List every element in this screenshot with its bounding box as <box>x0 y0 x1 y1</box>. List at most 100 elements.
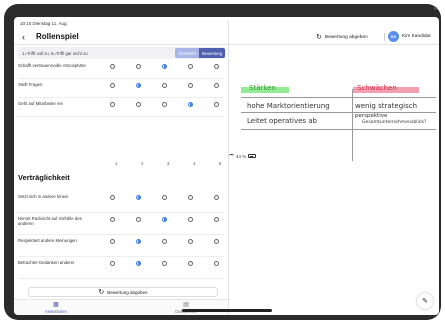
rating-radio[interactable] <box>162 260 167 266</box>
tab-bewertung[interactable]: Bewertung <box>198 48 225 58</box>
rating-radio[interactable] <box>136 260 141 266</box>
rating-radio[interactable] <box>136 101 141 107</box>
row-divider <box>18 234 224 235</box>
rating-row-label: Schafft vertrauensvolle Atmosphäre <box>18 63 86 68</box>
rating-radio[interactable] <box>162 194 167 200</box>
refresh-icon: ↻ <box>316 34 322 41</box>
tab-label: Assessoren <box>45 309 67 314</box>
rating-radio[interactable] <box>188 238 193 244</box>
rating-radio[interactable] <box>110 63 115 69</box>
rating-row: Respektiert andere Meinungen <box>18 238 228 260</box>
rating-radio[interactable] <box>188 260 193 266</box>
rating-radio[interactable] <box>214 63 219 69</box>
note-left-1: hohe Marktorientierung <box>247 102 330 110</box>
scale-hint: 1=Trifft voll zu, 5=Trifft gar nicht zu <box>22 50 88 56</box>
notes-canvas[interactable]: Stärken Schwächen hohe Marktorientierung… <box>228 45 439 315</box>
tab-dokumente[interactable]: ▤ Dokumente <box>156 302 216 314</box>
rating-radio[interactable] <box>214 101 219 107</box>
rating-radio[interactable] <box>136 82 141 88</box>
rating-radio[interactable] <box>214 260 219 266</box>
rating-row: Betrachtet Gedanken anderer <box>18 260 228 282</box>
rating-row: Nimmt Rücksicht auf Gefühle des anderen <box>18 216 228 238</box>
page-title: Rollenspiel <box>36 32 79 41</box>
tablet-frame: 10:15 Dienstag 11. Aug. 44 % ‹ Rollenspi… <box>4 4 441 320</box>
rating-row-label: Betrachtet Gedanken anderer <box>18 260 75 265</box>
rating-radio[interactable] <box>110 216 115 222</box>
bottom-tab-bar: ▩ Assessoren ▤ Dokumente <box>14 299 228 315</box>
rating-radio[interactable] <box>214 194 219 200</box>
rating-radio[interactable] <box>136 216 141 222</box>
rating-radio[interactable] <box>162 82 167 88</box>
rating-radio[interactable] <box>162 101 167 107</box>
pencil-icon: ✎ <box>422 298 428 305</box>
column-number: 5 <box>219 161 222 166</box>
rating-row: Geht auf Mitarbeiter ein <box>18 101 228 120</box>
heading-schwaechen: Schwächen <box>357 84 397 92</box>
refresh-icon: ↻ <box>98 289 105 296</box>
grid-icon: ▩ <box>53 302 59 308</box>
note-line <box>241 112 436 113</box>
rating-panel: 1=Trifft voll zu, 5=Trifft gar nicht zu … <box>14 45 228 315</box>
rating-radio[interactable] <box>214 82 219 88</box>
note-right-2b: Gesamtunternehmensblick? <box>362 120 427 125</box>
rating-row-label: Geht auf Mitarbeiter ein <box>18 101 63 106</box>
rating-row-label: Nimmt Rücksicht auf Gefühle des anderen <box>18 216 82 227</box>
note-line <box>241 129 436 130</box>
column-number: 1 <box>115 161 118 166</box>
rating-radio[interactable] <box>162 216 167 222</box>
camera-dot <box>434 7 437 10</box>
row-divider <box>18 97 224 98</box>
user-name: Kim Kandidat <box>402 34 431 39</box>
rating-radio[interactable] <box>162 238 167 244</box>
heading-staerken: Stärken <box>249 84 276 92</box>
rating-radio[interactable] <box>188 63 193 69</box>
rating-radio[interactable] <box>188 101 193 107</box>
status-time: 10:15 Dienstag 11. Aug. <box>20 21 68 26</box>
rating-radio[interactable] <box>110 101 115 107</box>
note-right-1: wenig strategisch <box>355 102 418 110</box>
header-divider <box>384 33 385 41</box>
device-background: 10:15 Dienstag 11. Aug. 44 % ‹ Rollenspi… <box>0 0 445 324</box>
rating-radio[interactable] <box>214 216 219 222</box>
rating-radio[interactable] <box>136 63 141 69</box>
rating-radio[interactable] <box>214 238 219 244</box>
tab-assessoren[interactable]: ▩ Assessoren <box>26 302 86 314</box>
scale-hint-bar: 1=Trifft voll zu, 5=Trifft gar nicht zu … <box>18 47 226 59</box>
user-chip[interactable]: KK Kim Kandidat <box>388 31 431 42</box>
section-title: Verträglichkeit <box>18 173 70 182</box>
rating-row-label: Respektiert andere Meinungen <box>18 238 77 243</box>
tab-uebersicht[interactable]: Übersicht <box>175 48 199 58</box>
rating-row-label: Setzt sich in andere hinein <box>18 194 69 199</box>
row-divider <box>18 212 224 213</box>
rating-radio[interactable] <box>110 82 115 88</box>
note-left-2: Leitet operatives ab <box>247 117 317 125</box>
rating-radio[interactable] <box>110 260 115 266</box>
home-indicator <box>182 309 272 312</box>
rating-row: Setzt sich in andere hinein <box>18 194 228 216</box>
rating-radio[interactable] <box>188 82 193 88</box>
rating-radio[interactable] <box>110 238 115 244</box>
row-divider <box>18 116 224 117</box>
view-toggle: Übersicht Bewertung <box>175 48 225 58</box>
rating-row: Schafft vertrauensvolle Atmosphäre <box>18 63 228 82</box>
row-divider <box>18 256 224 257</box>
back-chevron-icon[interactable]: ‹ <box>22 32 25 42</box>
avatar: KK <box>388 31 399 42</box>
column-number: 3 <box>167 161 170 166</box>
rating-radio[interactable] <box>136 238 141 244</box>
row-divider <box>18 278 224 279</box>
rating-radio[interactable] <box>188 216 193 222</box>
rating-radio[interactable] <box>110 194 115 200</box>
top-bar: ‹ Rollenspiel ↻ Bewertung abgeben KK Kim… <box>14 29 439 45</box>
rating-radio[interactable] <box>162 63 167 69</box>
bewertung-abgeben-label: Bewertung abgeben <box>324 34 368 40</box>
rating-radio[interactable] <box>188 194 193 200</box>
column-number: 2 <box>141 161 144 166</box>
rating-radio[interactable] <box>136 194 141 200</box>
bewertung-abgeben-button[interactable]: ↻ Bewertung abgeben <box>316 32 368 42</box>
row-divider <box>18 78 224 79</box>
column-numbers: 1 2 3 4 5 <box>18 161 228 169</box>
pencil-tool-button[interactable]: ✎ <box>417 293 433 309</box>
status-bar: 10:15 Dienstag 11. Aug. 44 % <box>14 17 439 291</box>
bewertung-abgeben-bottom-button[interactable]: ↻ Bewertung abgeben <box>28 287 218 297</box>
